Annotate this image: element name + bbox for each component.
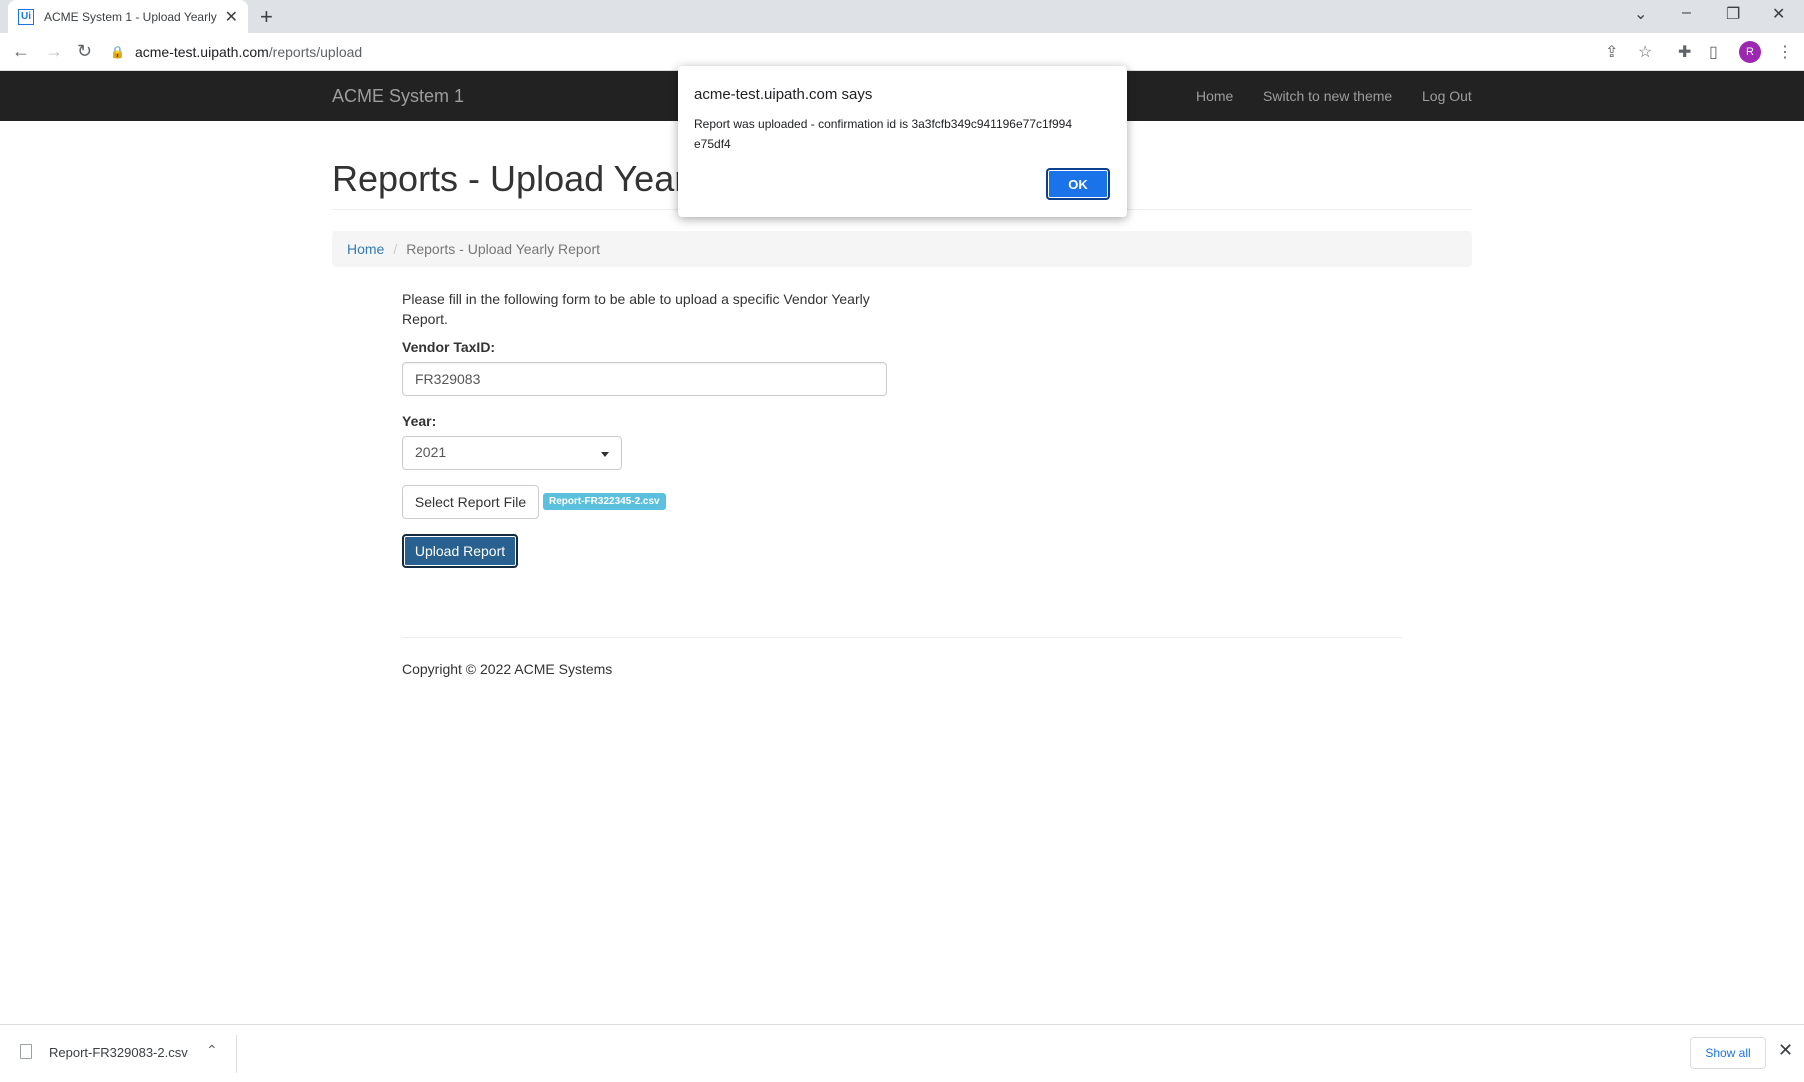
copyright-text: Copyright © 2022 ACME Systems bbox=[402, 661, 613, 677]
window-close-icon[interactable]: ✕ bbox=[1772, 4, 1785, 24]
download-divider bbox=[236, 1035, 237, 1073]
minimize-icon[interactable]: – bbox=[1682, 4, 1691, 22]
url-path: /reports/upload bbox=[268, 44, 363, 60]
address-bar[interactable]: 🔒 acme-test.uipath.com/reports/upload bbox=[110, 37, 1610, 67]
url-host: acme-test.uipath.com bbox=[134, 44, 269, 60]
menu-icon[interactable]: ⋮ bbox=[1777, 42, 1793, 62]
dialog-ok-button[interactable]: OK bbox=[1046, 168, 1110, 200]
uipath-favicon-icon: Ui bbox=[18, 8, 34, 25]
side-panel-icon[interactable]: ▯ bbox=[1709, 42, 1718, 62]
breadcrumb-separator: / bbox=[393, 241, 398, 257]
bookmark-star-icon[interactable]: ☆ bbox=[1638, 42, 1652, 62]
tab-close-icon[interactable]: ✕ bbox=[225, 7, 238, 27]
nav-log-out[interactable]: Log Out bbox=[1422, 88, 1472, 104]
year-selected-value: 2021 bbox=[415, 444, 447, 460]
lock-icon[interactable]: 🔒 bbox=[110, 45, 125, 59]
upload-report-button[interactable]: Upload Report bbox=[402, 534, 518, 568]
url-text: acme-test.uipath.com/reports/upload bbox=[135, 44, 362, 60]
dropdown-caret-icon bbox=[601, 452, 609, 457]
new-tab-icon[interactable]: + bbox=[260, 4, 273, 30]
download-file-name[interactable]: Report-FR329083-2.csv bbox=[49, 1045, 188, 1060]
profile-avatar[interactable]: R bbox=[1739, 41, 1761, 63]
back-icon[interactable]: ← bbox=[12, 41, 30, 62]
chevron-up-icon[interactable]: ⌃ bbox=[206, 1042, 218, 1059]
vendor-taxid-input[interactable] bbox=[402, 362, 887, 396]
browser-tabstrip: Ui ACME System 1 - Upload Yearly R ✕ + ⌄… bbox=[0, 0, 1804, 33]
vendor-taxid-label: Vendor TaxID: bbox=[402, 339, 496, 355]
footer-divider bbox=[402, 637, 1402, 638]
download-bar: Report-FR329083-2.csv ⌃ Show all ✕ bbox=[0, 1024, 1804, 1082]
tab-title: ACME System 1 - Upload Yearly R bbox=[44, 9, 219, 24]
restore-icon[interactable]: ❐ bbox=[1726, 4, 1740, 24]
file-icon bbox=[20, 1044, 32, 1059]
tab-search-icon[interactable]: ⌄ bbox=[1634, 4, 1647, 24]
select-report-file-button[interactable]: Select Report File bbox=[402, 485, 539, 519]
year-label: Year: bbox=[402, 413, 437, 429]
download-bar-close-icon[interactable]: ✕ bbox=[1778, 1040, 1793, 1061]
dialog-title: acme-test.uipath.com says bbox=[694, 86, 873, 103]
selected-file-badge: Report-FR322345-2.csv bbox=[543, 493, 666, 510]
nav-switch-theme[interactable]: Switch to new theme bbox=[1263, 88, 1392, 104]
form-intro-text: Please fill in the following form to be … bbox=[402, 291, 870, 327]
year-select[interactable]: 2021 bbox=[402, 436, 622, 470]
breadcrumb-current: Reports - Upload Yearly Report bbox=[406, 241, 601, 257]
alert-dialog: acme-test.uipath.com says Report was upl… bbox=[678, 66, 1127, 217]
breadcrumb: Home / Reports - Upload Yearly Report bbox=[332, 231, 1472, 267]
brand-link[interactable]: ACME System 1 bbox=[332, 86, 464, 107]
browser-tab[interactable]: Ui ACME System 1 - Upload Yearly R ✕ bbox=[8, 0, 248, 33]
show-all-button[interactable]: Show all bbox=[1690, 1037, 1766, 1069]
extensions-icon[interactable]: ✚ bbox=[1678, 42, 1691, 62]
share-icon[interactable]: ⇪ bbox=[1605, 42, 1618, 62]
reload-icon[interactable]: ↻ bbox=[77, 41, 92, 62]
nav-home[interactable]: Home bbox=[1196, 88, 1233, 104]
dialog-message: Report was uploaded - confirmation id is… bbox=[694, 117, 1073, 151]
breadcrumb-home[interactable]: Home bbox=[347, 241, 384, 257]
forward-icon[interactable]: → bbox=[45, 41, 63, 62]
